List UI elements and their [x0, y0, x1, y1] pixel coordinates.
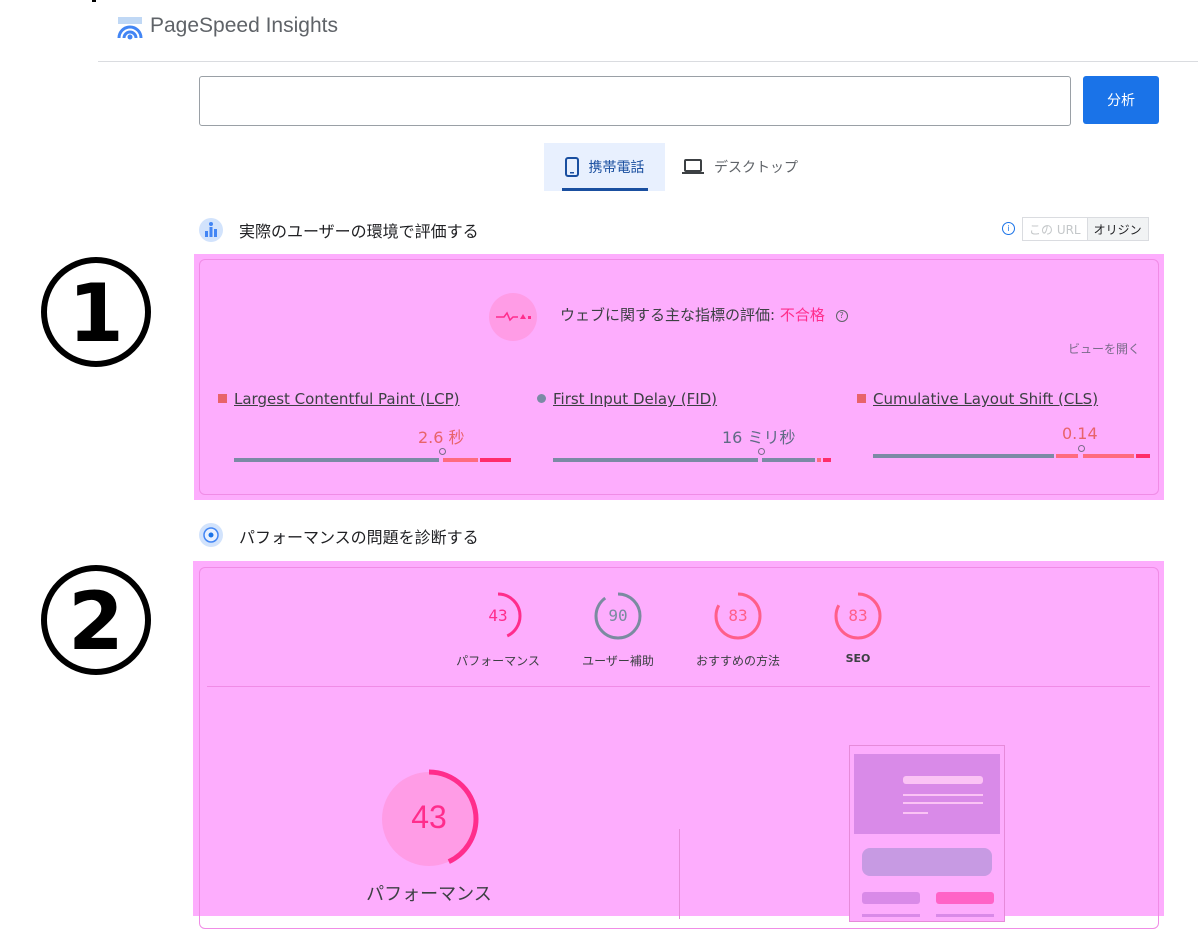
score-gauge-value: 43	[488, 606, 508, 625]
lab-data-icon	[199, 523, 223, 547]
tab-mobile-label: 携帯電話	[588, 160, 645, 176]
field-data-heading: 実際のユーザーの環境で評価する	[239, 222, 479, 241]
screenshot-line	[903, 776, 983, 784]
tab-desktop[interactable]: デスクトップ	[682, 143, 798, 191]
svg-text:1: 1	[68, 267, 124, 360]
gauges-divider	[207, 686, 1150, 687]
screenshot-block	[936, 892, 994, 904]
top-edge-mark	[92, 0, 96, 2]
tab-mobile[interactable]: 携帯電話	[544, 143, 665, 191]
cwv-status-icon	[489, 293, 537, 341]
lab-data-panel: 43 パフォーマンス 90 ユーザー補助 83 おすすめの方法 83 SEO 43 パフォーマ…	[193, 561, 1164, 929]
fid-pin	[758, 448, 765, 455]
lcp-bar-poor	[480, 458, 511, 462]
annotation-one: 1	[41, 257, 151, 367]
lcp-value: 2.6 秒	[418, 428, 465, 447]
laptop-icon	[682, 159, 704, 174]
fid-title[interactable]: First Input Delay (FID)	[553, 390, 717, 408]
fid-bar-good	[553, 458, 758, 462]
main-performance-score: 43	[411, 799, 447, 835]
pagespeed-logo-icon	[117, 17, 143, 40]
cwv-status: 不合格	[779, 306, 825, 324]
analyze-button[interactable]: 分析	[1083, 76, 1159, 124]
main-performance-label: パフォーマンス	[366, 884, 492, 905]
screenshot-line	[903, 812, 928, 814]
screenshot-line	[903, 802, 983, 804]
active-tab-indicator	[562, 188, 648, 191]
toggle-origin[interactable]: オリジン	[1086, 218, 1148, 240]
score-gauge-label: ユーザー補助	[582, 654, 654, 668]
fid-bar-poor	[823, 458, 831, 462]
fid-marker	[537, 394, 546, 403]
screenshot-block	[862, 848, 992, 876]
info-icon[interactable]: i	[1002, 222, 1015, 235]
lcp-bar-ni	[443, 458, 478, 462]
annotation-two: 2	[41, 565, 151, 675]
score-gauge-value: 83	[848, 606, 868, 625]
cls-bar-poor	[1136, 454, 1150, 458]
score-gauge-label: おすすめの方法	[695, 654, 780, 668]
screenshot-block	[862, 892, 920, 904]
score-gauge-value: 90	[608, 606, 628, 625]
page-screenshot-thumbnail	[849, 745, 1005, 922]
cls-pin	[1078, 445, 1085, 452]
expand-view-link[interactable]: ビューを開く	[1068, 340, 1140, 357]
cwv-assessment-label: ウェブに関する主な指標の評価:	[560, 306, 780, 324]
score-gauge-value: 83	[728, 606, 748, 625]
score-gauge-label: パフォーマンス	[456, 654, 540, 668]
cls-bar-good	[873, 454, 1054, 458]
field-data-icon	[199, 218, 223, 242]
app-title: PageSpeed Insights	[150, 14, 338, 37]
screenshot-line	[903, 794, 983, 796]
score-gauge-label: SEO	[845, 652, 871, 665]
header-divider	[98, 61, 1198, 62]
lcp-bar-good	[234, 458, 439, 462]
cls-value: 0.14	[1062, 424, 1098, 443]
toggle-this-url[interactable]: この URL	[1023, 218, 1087, 240]
fid-bar-ni	[817, 458, 821, 462]
svg-text:2: 2	[68, 575, 124, 668]
lcp-marker	[218, 394, 227, 403]
help-icon[interactable]: ?	[835, 309, 848, 322]
cls-title[interactable]: Cumulative Layout Shift (CLS)	[873, 390, 1098, 408]
cls-bar-ni	[1056, 454, 1078, 458]
fid-bar-good-2	[762, 458, 815, 462]
fid-value: 16 ミリ秒	[722, 428, 796, 447]
url-input[interactable]	[199, 76, 1071, 126]
vertical-divider	[679, 829, 680, 919]
lcp-title[interactable]: Largest Contentful Paint (LCP)	[234, 390, 460, 408]
url-origin-toggle[interactable]: この URL オリジン	[1022, 217, 1149, 241]
tab-desktop-label: デスクトップ	[714, 160, 798, 176]
lab-data-heading: パフォーマンスの問題を診断する	[239, 528, 479, 547]
phone-icon	[564, 157, 579, 177]
lcp-pin	[439, 448, 446, 455]
field-data-panel: ウェブに関する主な指標の評価: 不合格 ? ビューを開く Largest Con…	[194, 254, 1164, 500]
cwv-assessment: ウェブに関する主な指標の評価: 不合格 ?	[560, 304, 848, 325]
cls-bar-ni-2	[1083, 454, 1134, 458]
cls-marker	[857, 394, 866, 403]
